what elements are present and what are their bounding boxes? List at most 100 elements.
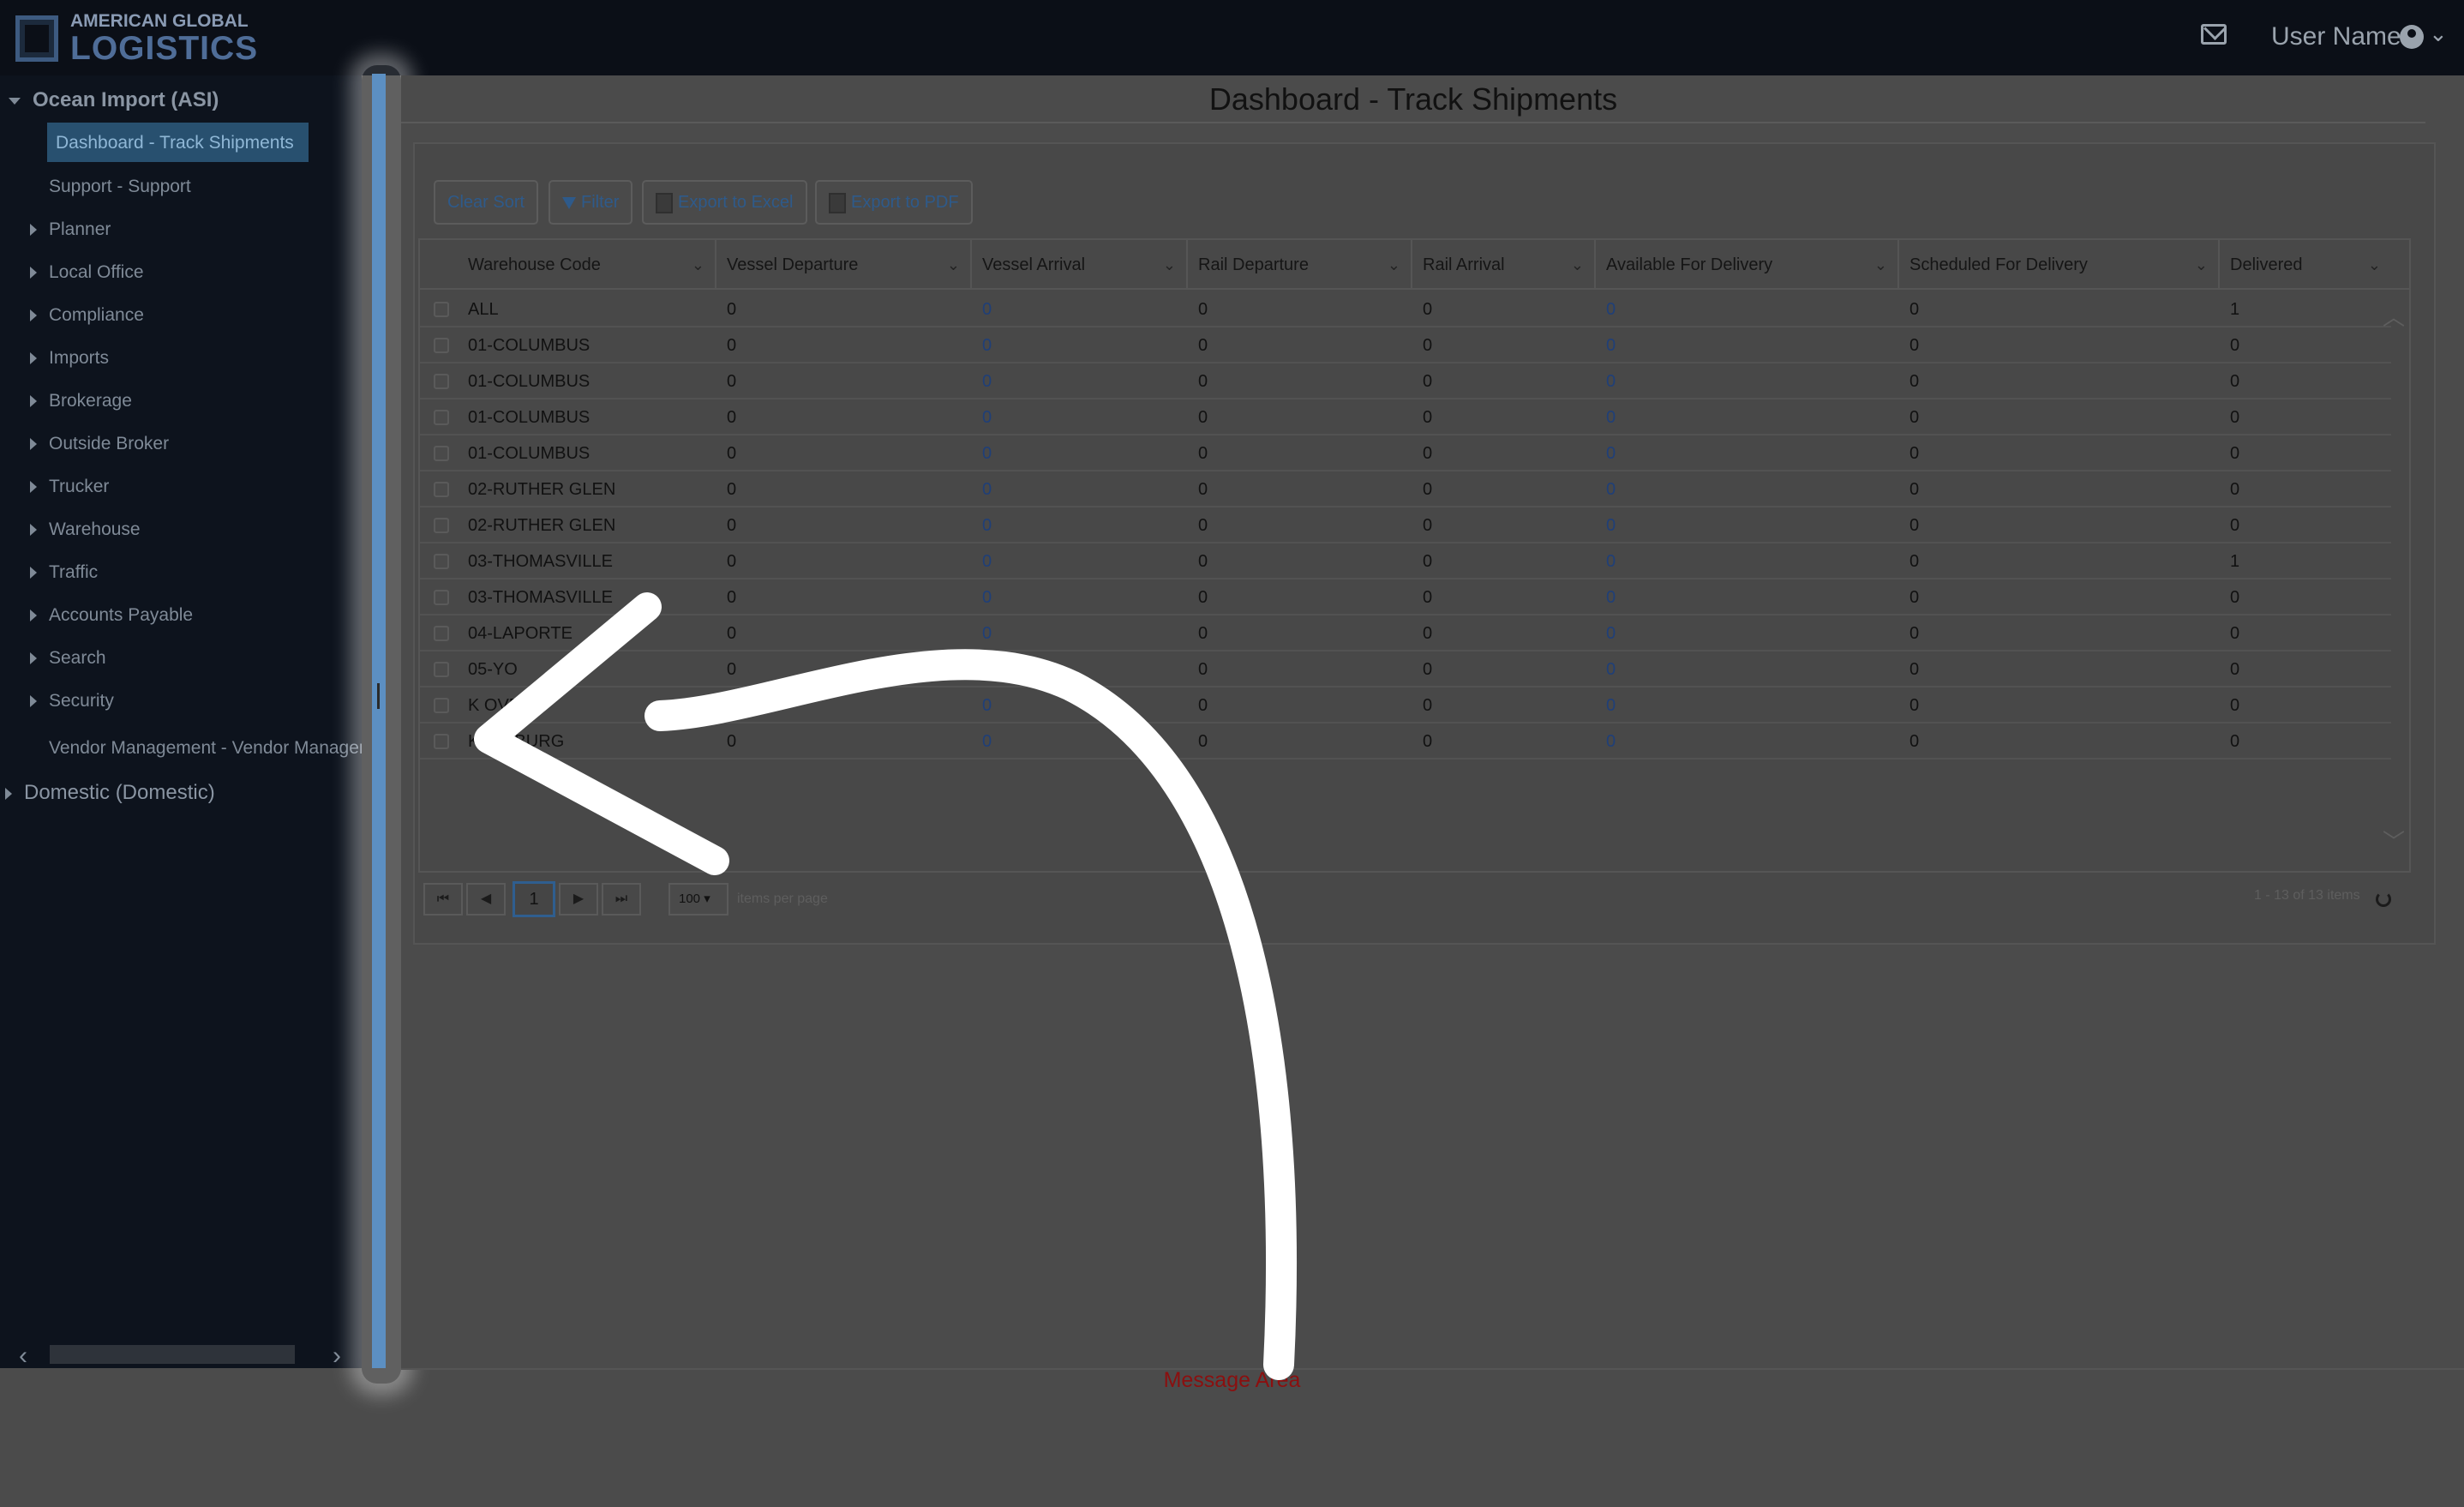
export-pdf-button[interactable]: Export to PDF xyxy=(815,180,973,225)
row-checkbox[interactable] xyxy=(434,518,449,533)
table-cell[interactable]: 0 xyxy=(982,471,992,507)
refresh-icon[interactable] xyxy=(2376,892,2391,907)
table-cell[interactable]: 0 xyxy=(1606,435,1616,471)
sidebar-group-ocean-import[interactable]: Ocean Import (ASI) xyxy=(9,88,219,112)
chevron-down-icon[interactable]: ⌄ xyxy=(2195,240,2208,290)
row-checkbox[interactable] xyxy=(434,446,449,461)
sidebar-item-imports[interactable]: Imports xyxy=(30,348,109,369)
scroll-left-icon[interactable]: ‹ xyxy=(19,1342,27,1368)
table-cell[interactable]: 0 xyxy=(982,687,992,723)
sidebar-horizontal-scrollbar[interactable]: ‹ › xyxy=(0,1342,362,1368)
column-header-warehouse-code[interactable]: Warehouse Code ⌄ xyxy=(420,240,716,290)
brand-logo[interactable]: AMERICAN GLOBAL LOGISTICS xyxy=(15,12,258,65)
table-cell[interactable]: 0 xyxy=(982,615,992,651)
table-row[interactable]: ALL 0 0 0 0 0 0 1 xyxy=(420,291,2391,327)
table-cell[interactable]: 0 xyxy=(982,579,992,615)
chevron-down-icon[interactable]: ⌄ xyxy=(2368,240,2381,290)
sidebar-item-planner[interactable]: Planner xyxy=(30,219,111,240)
column-header-vessel-departure[interactable]: Vessel Departure ⌄ xyxy=(716,240,972,290)
table-cell[interactable]: 0 xyxy=(982,723,992,760)
user-circle-icon[interactable] xyxy=(2400,25,2424,49)
table-row[interactable]: KERSBURG 0 0 0 0 0 0 0 xyxy=(420,723,2391,760)
sidebar-item-dashboard[interactable]: Dashboard - Track Shipments xyxy=(47,123,309,162)
chevron-down-icon[interactable]: ⌄ xyxy=(1874,240,1887,290)
table-cell[interactable]: 0 xyxy=(982,507,992,543)
first-page-button[interactable]: ⏮ xyxy=(423,883,463,916)
chevron-down-icon[interactable]: ⌄ xyxy=(1388,240,1400,290)
scroll-up-icon[interactable]: ︿ xyxy=(2383,300,2405,332)
prev-page-button[interactable]: ◀ xyxy=(466,883,506,916)
table-cell[interactable]: 0 xyxy=(1606,327,1616,363)
current-page-button[interactable]: 1 xyxy=(513,881,555,917)
sidebar-item-traffic[interactable]: Traffic xyxy=(30,562,98,583)
row-checkbox[interactable] xyxy=(434,626,449,641)
clear-sort-button[interactable]: Clear Sort xyxy=(434,180,539,225)
table-row[interactable]: 02-RUTHER GLEN 0 0 0 0 0 0 0 xyxy=(420,507,2391,543)
column-header-available-for-delivery[interactable]: Available For Delivery ⌄ xyxy=(1596,240,1899,290)
chevron-down-icon[interactable]: ⌄ xyxy=(692,240,704,290)
table-cell[interactable]: 0 xyxy=(982,291,992,327)
sidebar-item-trucker[interactable]: Trucker xyxy=(30,477,109,497)
table-cell[interactable]: 0 xyxy=(982,543,992,579)
sidebar-item-warehouse[interactable]: Warehouse xyxy=(30,519,141,540)
column-header-rail-departure[interactable]: Rail Departure ⌄ xyxy=(1188,240,1412,290)
row-checkbox[interactable] xyxy=(434,302,449,317)
table-cell[interactable]: 0 xyxy=(1606,399,1616,435)
chevron-down-icon[interactable]: ⌄ xyxy=(947,240,960,290)
table-cell[interactable]: 0 xyxy=(1606,471,1616,507)
row-checkbox[interactable] xyxy=(434,698,449,713)
last-page-button[interactable]: ⏭ xyxy=(602,883,641,916)
sidebar-item-support[interactable]: Support - Support xyxy=(49,177,191,197)
table-cell[interactable]: 0 xyxy=(982,651,992,687)
sidebar-item-security[interactable]: Security xyxy=(30,691,114,711)
table-row[interactable]: 01-COLUMBUS 0 0 0 0 0 0 0 xyxy=(420,327,2391,363)
sidebar-item-outside-broker[interactable]: Outside Broker xyxy=(30,434,169,454)
table-cell[interactable]: 0 xyxy=(1606,723,1616,760)
table-cell[interactable]: 0 xyxy=(1606,615,1616,651)
page-size-select[interactable]: 100 ▾ xyxy=(668,883,728,916)
row-checkbox[interactable] xyxy=(434,482,449,497)
sidebar-group-domestic[interactable]: Domestic (Domestic) xyxy=(5,781,215,805)
sidebar-item-search[interactable]: Search xyxy=(30,648,106,669)
row-checkbox[interactable] xyxy=(434,554,449,569)
table-row[interactable]: 05-YO 0 0 0 0 0 0 0 xyxy=(420,651,2391,687)
table-cell[interactable]: 0 xyxy=(1606,651,1616,687)
table-row[interactable]: 03-THOMASVILLE 0 0 0 0 0 0 0 xyxy=(420,579,2391,615)
splitter-handle[interactable] xyxy=(377,683,380,709)
chevron-down-icon[interactable]: ⌄ xyxy=(1163,240,1176,290)
chevron-down-icon[interactable]: ⌄ xyxy=(2429,21,2448,47)
column-header-delivered[interactable]: Delivered ⌄ xyxy=(2220,240,2391,290)
table-cell[interactable]: 0 xyxy=(1606,363,1616,399)
table-row[interactable]: 04-LAPORTE 0 0 0 0 0 0 0 xyxy=(420,615,2391,651)
table-row[interactable]: 02-RUTHER GLEN 0 0 0 0 0 0 0 xyxy=(420,471,2391,507)
table-cell[interactable]: 0 xyxy=(982,363,992,399)
table-row[interactable]: 01-COLUMBUS 0 0 0 0 0 0 0 xyxy=(420,435,2391,471)
row-checkbox[interactable] xyxy=(434,410,449,425)
sidebar-item-compliance[interactable]: Compliance xyxy=(30,305,144,326)
table-cell[interactable]: 0 xyxy=(1606,291,1616,327)
chevron-down-icon[interactable]: ⌄ xyxy=(1571,240,1584,290)
table-row[interactable]: 03-THOMASVILLE 0 0 0 0 0 0 1 xyxy=(420,543,2391,579)
sidebar-item-local-office[interactable]: Local Office xyxy=(30,262,144,283)
row-checkbox[interactable] xyxy=(434,734,449,749)
table-cell[interactable]: 0 xyxy=(1606,507,1616,543)
table-cell[interactable]: 0 xyxy=(1606,579,1616,615)
scrollbar-thumb[interactable] xyxy=(50,1345,295,1364)
table-row[interactable]: K OVER 0 0 0 0 0 0 0 xyxy=(420,687,2391,723)
row-checkbox[interactable] xyxy=(434,338,449,353)
table-cell[interactable]: 0 xyxy=(982,399,992,435)
scroll-down-icon[interactable]: ﹀ xyxy=(2383,825,2405,856)
column-header-rail-arrival[interactable]: Rail Arrival ⌄ xyxy=(1412,240,1596,290)
filter-button[interactable]: Filter xyxy=(549,180,633,225)
scroll-right-icon[interactable]: › xyxy=(333,1342,341,1368)
row-checkbox[interactable] xyxy=(434,590,449,605)
column-header-scheduled-for-delivery[interactable]: Scheduled For Delivery ⌄ xyxy=(1899,240,2220,290)
sidebar-item-accounts-payable[interactable]: Accounts Payable xyxy=(30,605,193,626)
mail-icon[interactable] xyxy=(2201,24,2227,45)
next-page-button[interactable]: ▶ xyxy=(559,883,598,916)
row-checkbox[interactable] xyxy=(434,662,449,677)
sidebar-item-vendor-management[interactable]: Vendor Management - Vendor Management xyxy=(49,738,362,759)
table-cell[interactable]: 0 xyxy=(1606,543,1616,579)
user-name[interactable]: User Name xyxy=(2271,22,2401,51)
table-cell[interactable]: 0 xyxy=(982,435,992,471)
